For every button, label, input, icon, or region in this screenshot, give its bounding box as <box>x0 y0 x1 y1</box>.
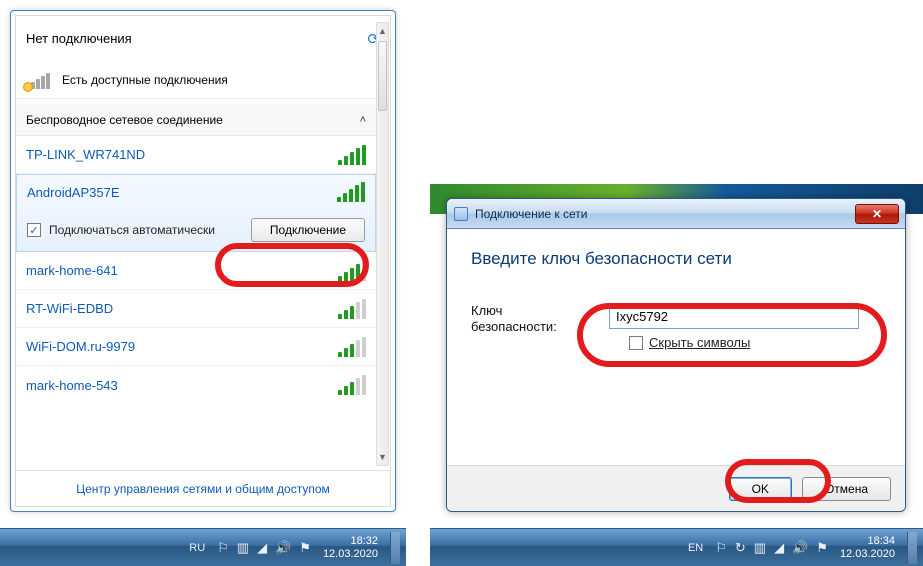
network-flyout: Нет подключения ⟳ Есть доступные подключ… <box>10 10 396 512</box>
security-key-label: Ключ безопасности: <box>471 303 591 335</box>
battery-icon[interactable]: ▥ <box>237 540 249 556</box>
available-text: Есть доступные подключения <box>62 73 228 87</box>
tray-icons[interactable]: ⚐ ↻ ▥ ◢ 🔊 ⚑ <box>715 540 828 556</box>
connect-button[interactable]: Подключение <box>251 218 365 242</box>
window-title: Подключение к сети <box>475 207 587 221</box>
network-item[interactable]: mark-home-543 <box>16 366 376 404</box>
sync-icon[interactable]: ↻ <box>735 540 746 556</box>
signal-icon <box>338 261 366 281</box>
scrollbar[interactable]: ▲ ▼ <box>376 22 389 466</box>
tray-icons[interactable]: ⚐ ▥ ◢ 🔊 ⚑ <box>217 540 311 556</box>
network-item[interactable]: mark-home-641 <box>16 252 376 290</box>
language-indicator[interactable]: EN <box>688 542 703 554</box>
flag-icon[interactable]: ⚑ <box>816 540 828 556</box>
window-icon <box>453 206 469 222</box>
network-item[interactable]: TP-LINK_WR741ND <box>16 136 376 174</box>
signal-icon <box>338 299 366 319</box>
close-button[interactable]: ✕ <box>855 204 899 224</box>
ok-button[interactable]: OK <box>729 477 792 501</box>
titlebar[interactable]: Подключение к сети ✕ <box>447 199 905 229</box>
battery-icon[interactable]: ▥ <box>754 540 766 556</box>
flag-icon[interactable]: ⚑ <box>299 540 311 556</box>
network-list: Беспроводное сетевое соединение ˄ TP-LIN… <box>16 104 376 470</box>
show-desktop-button[interactable] <box>907 532 917 564</box>
network-item[interactable]: WiFi-DOM.ru-9979 <box>16 328 376 366</box>
clock[interactable]: 18:32 12.03.2020 <box>323 535 378 561</box>
signal-icon <box>338 375 366 395</box>
dialog-heading: Введите ключ безопасности сети <box>471 249 881 269</box>
volume-icon[interactable]: 🔊 <box>275 540 291 556</box>
clock[interactable]: 18:34 12.03.2020 <box>840 535 895 561</box>
hide-chars-label: Скрыть символы <box>649 335 750 350</box>
show-desktop-button[interactable] <box>390 532 400 564</box>
scroll-down-icon[interactable]: ▼ <box>377 449 388 465</box>
network-center-link[interactable]: Центр управления сетями и общим доступом <box>16 470 390 506</box>
auto-connect-label: Подключаться автоматически <box>49 223 215 237</box>
hide-chars-checkbox[interactable] <box>629 336 643 350</box>
scroll-up-icon[interactable]: ▲ <box>377 23 388 39</box>
network-item[interactable]: RT-WiFi-EDBD <box>16 290 376 328</box>
signal-icon <box>338 145 366 165</box>
taskbar: EN ⚐ ↻ ▥ ◢ 🔊 ⚑ 18:34 12.03.2020 <box>430 528 923 566</box>
network-item-selected[interactable]: AndroidAP357E Подключаться автоматически… <box>16 174 376 252</box>
chevron-up-icon: ˄ <box>360 114 366 126</box>
cancel-button[interactable]: Отмена <box>802 477 891 501</box>
signal-icon <box>337 182 365 202</box>
network-icon[interactable]: ◢ <box>257 540 267 556</box>
signal-icon <box>338 337 366 357</box>
scroll-thumb[interactable] <box>378 41 387 111</box>
action-center-icon[interactable]: ⚐ <box>217 540 229 556</box>
signal-unavailable-icon <box>26 71 54 89</box>
action-center-icon[interactable]: ⚐ <box>715 540 727 556</box>
connect-dialog: Подключение к сети ✕ Введите ключ безопа… <box>446 198 906 512</box>
taskbar: RU ⚐ ▥ ◢ 🔊 ⚑ 18:32 12.03.2020 <box>0 528 406 566</box>
language-indicator[interactable]: RU <box>189 542 205 554</box>
auto-connect-checkbox[interactable] <box>27 223 41 237</box>
flyout-title: Нет подключения <box>26 31 132 46</box>
security-key-input[interactable] <box>609 303 859 329</box>
network-icon[interactable]: ◢ <box>774 540 784 556</box>
volume-icon[interactable]: 🔊 <box>792 540 808 556</box>
section-wireless[interactable]: Беспроводное сетевое соединение ˄ <box>16 104 376 136</box>
